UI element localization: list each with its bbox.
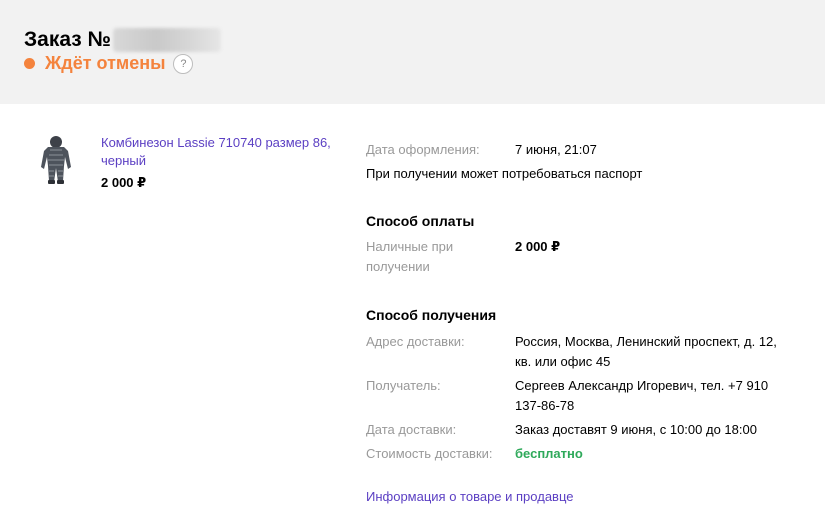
address-label: Адрес доставки: xyxy=(366,334,465,349)
product-price: 2 000 ₽ xyxy=(101,175,147,190)
order-date-label: Дата оформления: xyxy=(366,142,480,157)
passport-note: При получении может потребоваться паспор… xyxy=(366,166,643,181)
product-seller-info-link[interactable]: Информация о товаре и продавце xyxy=(366,489,574,504)
recipient-value: Сергеев Александр Игоревич, тел. +7 910 … xyxy=(515,378,769,413)
recipient-label: Получатель: xyxy=(366,378,441,393)
order-status: Ждёт отмены ? xyxy=(24,53,194,74)
delivery-cost-value: бесплатно xyxy=(515,446,583,461)
address-value: Россия, Москва, Ленинский проспект, д. 1… xyxy=(515,334,777,369)
status-text: Ждёт отмены xyxy=(45,53,166,73)
status-dot-icon xyxy=(24,58,35,69)
payment-method-label: Наличные при получении xyxy=(366,239,454,274)
delivery-date-label: Дата доставки: xyxy=(366,422,457,437)
help-icon[interactable]: ? xyxy=(173,53,194,74)
delivery-date-value: Заказ доставят 9 июня, с 10:00 до 18:00 xyxy=(515,422,757,437)
delivery-cost-label: Стоимость доставки: xyxy=(366,446,493,461)
delivery-section-title: Способ получения xyxy=(366,307,497,323)
order-title: Заказ № xyxy=(24,28,221,52)
order-number-redacted xyxy=(112,28,221,52)
payment-section-title: Способ оплаты xyxy=(366,213,475,229)
order-title-label: Заказ № xyxy=(24,28,111,51)
payment-amount: 2 000 ₽ xyxy=(515,239,561,254)
snowsuit-image[interactable] xyxy=(38,136,76,188)
product-name-link[interactable]: Комбинезон Lassie 710740 размер 86, черн… xyxy=(101,134,346,170)
order-date-value: 7 июня, 21:07 xyxy=(515,142,597,157)
order-header: Заказ № Ждёт отмены ? xyxy=(0,0,825,104)
